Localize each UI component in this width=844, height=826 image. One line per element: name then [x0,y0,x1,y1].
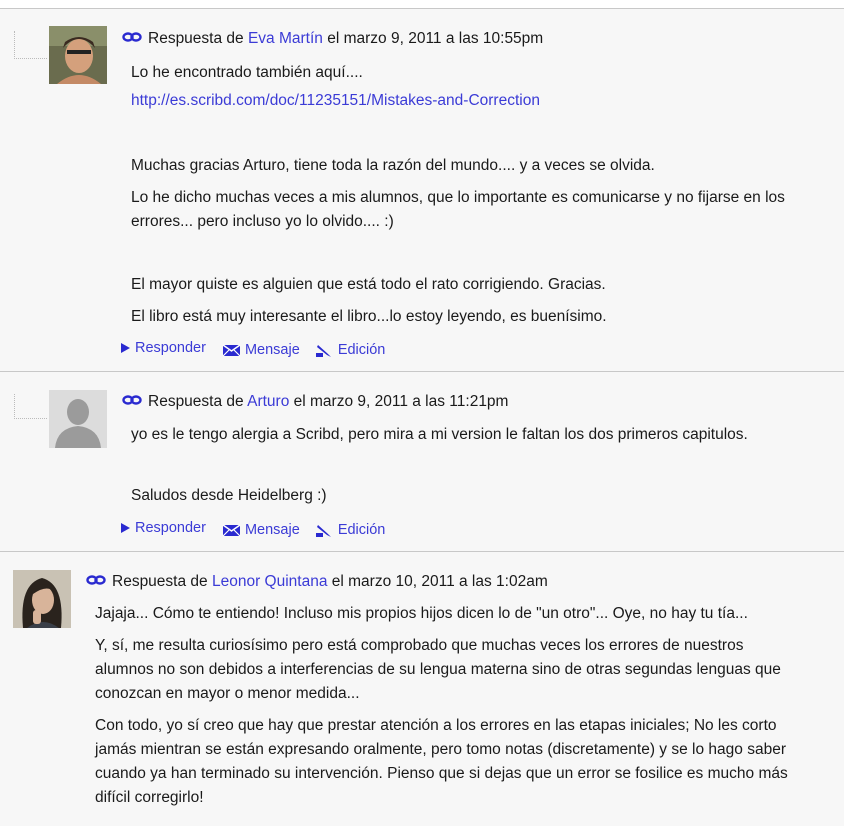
author-link[interactable]: Leonor Quintana [212,573,327,590]
post-paragraph: yo es le tengo alergia a Scribd, pero mi… [131,426,748,443]
pencil-icon [315,345,331,358]
reply-label: Responder [135,520,206,536]
post-header: Respuesta de Leonor Quintana el marzo 10… [86,573,548,591]
external-link[interactable]: http://es.scribd.com/doc/11235151/Mistak… [131,89,540,113]
post-actions: Responder Mensaje Edición [120,340,397,358]
avatar[interactable] [49,26,107,84]
reply-prefix: Respuesta de [112,573,208,591]
envelope-icon [222,344,241,357]
envelope-icon [222,524,241,537]
avatar[interactable] [13,570,71,628]
post-date: el marzo 9, 2011 a las 10:55pm [327,30,544,48]
reply-post: Respuesta de Eva Martín el marzo 9, 2011… [0,8,844,372]
reply-post: Respuesta de Leonor Quintana el marzo 10… [0,551,844,826]
post-paragraph: Saludos desde Heidelberg :) [131,487,327,504]
reply-label: Responder [135,340,206,356]
reply-prefix: Respuesta de [148,30,244,48]
avatar[interactable] [49,390,107,448]
chain-link-icon[interactable] [122,30,142,48]
post-paragraph: Lo he encontrado también aquí.... [131,64,363,81]
edit-button[interactable]: Edición [315,522,386,538]
edit-label: Edición [337,342,386,358]
default-avatar-icon [49,390,107,448]
author-link[interactable]: Eva Martín [248,30,323,47]
message-label: Mensaje [244,522,300,538]
post-date: el marzo 9, 2011 a las 11:21pm [293,393,509,411]
edit-label: Edición [337,522,386,538]
post-header: Respuesta de Arturo el marzo 9, 2011 a l… [122,393,508,411]
chain-link-icon[interactable] [122,393,142,411]
reply-button[interactable]: Responder [120,520,206,536]
post-paragraph: Lo he dicho muchas veces a mis alumnos, … [131,189,785,230]
message-button[interactable]: Mensaje [222,342,300,358]
thread-indent-line [14,394,47,419]
play-triangle-icon [121,523,130,534]
thread-indent-line [14,31,47,59]
author-link[interactable]: Arturo [247,393,289,410]
post-date: el marzo 10, 2011 a las 1:02am [331,573,548,591]
post-actions: Responder Mensaje Edición [120,520,397,538]
post-paragraph: El mayor quiste es alguien que está todo… [131,276,606,293]
post-paragraph: Muchas gracias Arturo, tiene toda la raz… [131,157,655,174]
reply-post: Respuesta de Arturo el marzo 9, 2011 a l… [0,371,844,552]
edit-button[interactable]: Edición [315,342,386,358]
play-triangle-icon [121,343,130,354]
pencil-icon [315,525,331,538]
message-button[interactable]: Mensaje [222,522,300,538]
avatar-photo [49,26,107,84]
post-paragraph: Con todo, yo sí creo que hay que prestar… [95,717,788,806]
post-paragraph: Jajaja... Cómo te entiendo! Incluso mis … [95,605,748,622]
reply-button[interactable]: Responder [120,340,206,356]
message-label: Mensaje [244,342,300,358]
post-paragraph: Y, sí, me resulta curiosísimo pero está … [95,637,781,702]
reply-prefix: Respuesta de [148,393,244,411]
avatar-photo [13,570,71,628]
post-header: Respuesta de Eva Martín el marzo 9, 2011… [122,30,543,48]
post-paragraph: El libro está muy interesante el libro..… [131,308,607,325]
chain-link-icon[interactable] [86,573,106,591]
